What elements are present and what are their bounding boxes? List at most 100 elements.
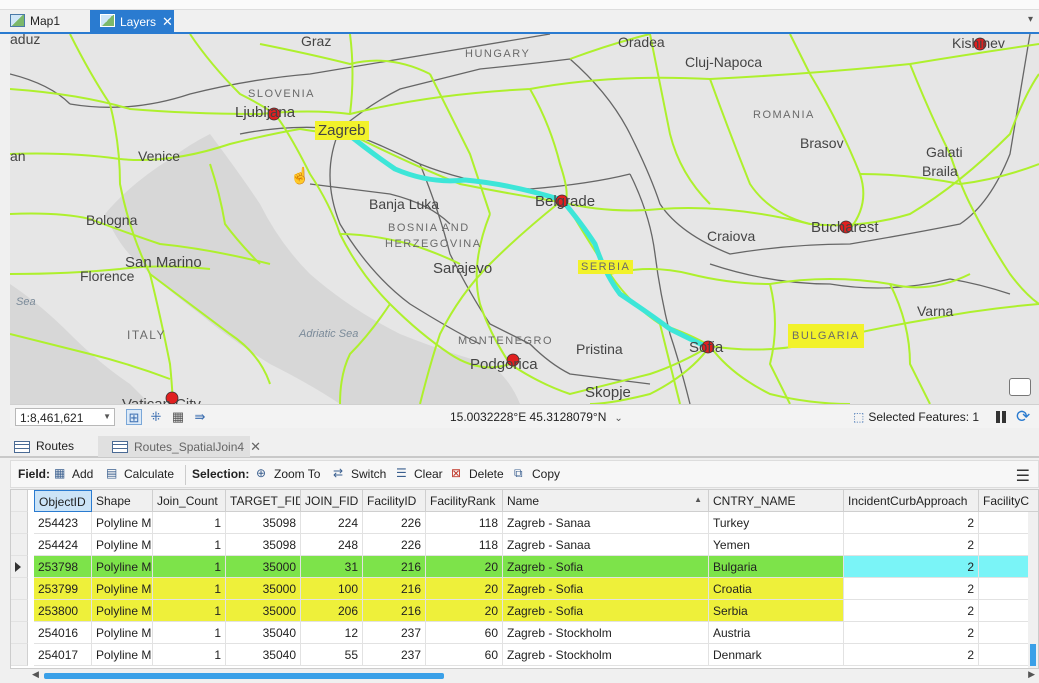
row-selector[interactable] xyxy=(11,644,28,666)
tab-map1[interactable]: Map1 xyxy=(0,10,82,32)
table-cell-incidentcurbapproach[interactable]: 2 xyxy=(844,622,979,644)
table-cell-facilityid[interactable]: 216 xyxy=(363,556,426,578)
table-cell-facilityrank[interactable]: 60 xyxy=(426,644,503,666)
table-cell-objectid[interactable]: 253800 xyxy=(34,600,92,622)
scroll-thumb[interactable] xyxy=(1030,644,1036,666)
delete-button[interactable]: ⊠ Delete xyxy=(451,467,504,482)
grid-snap-icon[interactable]: ⁜ xyxy=(148,409,164,425)
selected-features[interactable]: ⬚ Selected Features: 1 xyxy=(853,410,979,424)
table-cell-name[interactable]: Zagreb - Sanaa xyxy=(503,512,709,534)
column-header-facilityc[interactable]: FacilityC xyxy=(979,490,1038,512)
table-cell-join-fid[interactable]: 12 xyxy=(301,622,363,644)
horizontal-scrollbar[interactable]: ◀ ▶ xyxy=(10,669,1039,683)
table-cell-shape[interactable]: Polyline M xyxy=(92,600,153,622)
column-header-join-fid[interactable]: JOIN_FID xyxy=(301,490,363,512)
table-cell-objectid[interactable]: 254016 xyxy=(34,622,92,644)
table-cell-facilityid[interactable]: 237 xyxy=(363,622,426,644)
table-cell-target-fid[interactable]: 35040 xyxy=(226,644,301,666)
tab-routes-spatialjoin4[interactable]: Routes_SpatialJoin4 ✕ xyxy=(98,436,261,457)
overview-button[interactable] xyxy=(1009,378,1031,396)
table-cell-cntry-name[interactable]: Yemen xyxy=(709,534,844,556)
table-cell-target-fid[interactable]: 35000 xyxy=(226,600,301,622)
table-cell-facilityid[interactable]: 216 xyxy=(363,578,426,600)
table-cell-cntry-name[interactable]: Austria xyxy=(709,622,844,644)
table-cell-join-count[interactable]: 1 xyxy=(153,512,226,534)
table-row[interactable]: 253799 Polyline M 1 35000 100 216 20 Zagreb - S… xyxy=(11,578,1038,600)
table-cell-join-count[interactable]: 1 xyxy=(153,534,226,556)
table-cell-facilityid[interactable]: 226 xyxy=(363,534,426,556)
close-icon[interactable]: ✕ xyxy=(250,439,261,454)
table-cell-target-fid[interactable]: 35098 xyxy=(226,534,301,556)
refresh-icon[interactable]: ⟳ xyxy=(1016,407,1030,427)
table-cell-join-fid[interactable]: 224 xyxy=(301,512,363,534)
scale-dropdown[interactable]: 1:8,461,621 ▼ xyxy=(15,408,115,426)
table-cell-facilityid[interactable]: 216 xyxy=(363,600,426,622)
table-cell-name[interactable]: Zagreb - Stockholm xyxy=(503,622,709,644)
tab-routes[interactable]: Routes xyxy=(0,436,82,457)
table-cell-incidentcurbapproach[interactable]: 2 xyxy=(844,556,979,578)
table-cell-facilityrank[interactable]: 60 xyxy=(426,622,503,644)
add-field-button[interactable]: ▦ Add xyxy=(54,467,93,482)
table-cell-cntry-name[interactable]: Turkey xyxy=(709,512,844,534)
table-cell-shape[interactable]: Polyline M xyxy=(92,534,153,556)
table-cell-cntry-name[interactable]: Denmark xyxy=(709,644,844,666)
row-selector[interactable] xyxy=(11,534,28,556)
scroll-right-icon[interactable]: ▶ xyxy=(1028,669,1035,680)
table-cell-cntry-name[interactable]: Bulgaria xyxy=(709,556,844,578)
table-row[interactable]: 253800 Polyline M 1 35000 206 216 20 Zagreb - S… xyxy=(11,600,1038,622)
table-cell-objectid[interactable]: 253798 xyxy=(34,556,92,578)
column-header-facilityrank[interactable]: FacilityRank xyxy=(426,490,503,512)
table-cell-facilityid[interactable]: 226 xyxy=(363,512,426,534)
row-selector[interactable] xyxy=(11,512,28,534)
table-cell-incidentcurbapproach[interactable]: 2 xyxy=(844,644,979,666)
snapping-icon[interactable]: ⊞ xyxy=(126,409,142,425)
table-cell-objectid[interactable]: 254423 xyxy=(34,512,92,534)
column-header-join-count[interactable]: Join_Count xyxy=(153,490,226,512)
row-selector[interactable] xyxy=(11,622,28,644)
table-cell-join-count[interactable]: 1 xyxy=(153,644,226,666)
column-header-incidentcurbapproach[interactable]: IncidentCurbApproach xyxy=(844,490,979,512)
table-cell-name[interactable]: Zagreb - Stockholm xyxy=(503,644,709,666)
table-cell-cntry-name[interactable]: Serbia xyxy=(709,600,844,622)
copy-button[interactable]: ⧉ Copy xyxy=(514,467,560,482)
table-cell-shape[interactable]: Polyline M xyxy=(92,556,153,578)
zoom-to-button[interactable]: ⊕ Zoom To xyxy=(256,467,320,482)
table-cell-name[interactable]: Zagreb - Sofia xyxy=(503,600,709,622)
table-cell-incidentcurbapproach[interactable]: 2 xyxy=(844,512,979,534)
table-row[interactable]: 253798 Polyline M 1 35000 31 216 20 Zagreb - So… xyxy=(11,556,1038,578)
table-cell-name[interactable]: Zagreb - Sofia xyxy=(503,556,709,578)
table-row[interactable]: 254017 Polyline M 1 35040 55 237 60 Zagreb - St… xyxy=(11,644,1038,666)
table-cell-join-count[interactable]: 1 xyxy=(153,622,226,644)
table-cell-join-fid[interactable]: 206 xyxy=(301,600,363,622)
table-cell-facilityrank[interactable]: 20 xyxy=(426,578,503,600)
column-header-cntry-name[interactable]: CNTRY_NAME xyxy=(709,490,844,512)
pause-drawing-button[interactable] xyxy=(993,409,1009,425)
table-cell-shape[interactable]: Polyline M xyxy=(92,622,153,644)
table-row[interactable]: 254423 Polyline M 1 35098 224 226 118 Zagreb - … xyxy=(11,512,1038,534)
table-cell-join-count[interactable]: 1 xyxy=(153,600,226,622)
table-cell-shape[interactable]: Polyline M xyxy=(92,578,153,600)
table-cell-join-fid[interactable]: 248 xyxy=(301,534,363,556)
table-cell-incidentcurbapproach[interactable]: 2 xyxy=(844,534,979,556)
column-header-objectid[interactable]: ObjectID xyxy=(34,490,92,512)
table-cell-facilityrank[interactable]: 20 xyxy=(426,600,503,622)
table-cell-objectid[interactable]: 254017 xyxy=(34,644,92,666)
table-cell-facilityrank[interactable]: 20 xyxy=(426,556,503,578)
table-cell-target-fid[interactable]: 35000 xyxy=(226,578,301,600)
table-grid-icon[interactable]: ▦ xyxy=(170,409,186,425)
table-cell-incidentcurbapproach[interactable]: 2 xyxy=(844,578,979,600)
calculate-button[interactable]: ▤ Calculate xyxy=(106,467,174,482)
scroll-thumb[interactable] xyxy=(44,673,444,679)
column-header-target-fid[interactable]: TARGET_FID xyxy=(226,490,301,512)
vertical-scrollbar[interactable] xyxy=(1028,512,1038,668)
table-cell-shape[interactable]: Polyline M xyxy=(92,512,153,534)
column-header-name[interactable]: Name ▲ xyxy=(503,490,709,512)
chevron-down-icon[interactable]: ▾ xyxy=(1028,14,1033,25)
table-cell-target-fid[interactable]: 35000 xyxy=(226,556,301,578)
table-cell-cntry-name[interactable]: Croatia xyxy=(709,578,844,600)
table-cell-name[interactable]: Zagreb - Sofia xyxy=(503,578,709,600)
table-row[interactable]: 254016 Polyline M 1 35040 12 237 60 Zagreb - St… xyxy=(11,622,1038,644)
table-cell-facilityrank[interactable]: 118 xyxy=(426,512,503,534)
table-cell-objectid[interactable]: 254424 xyxy=(34,534,92,556)
row-selector[interactable] xyxy=(11,600,28,622)
